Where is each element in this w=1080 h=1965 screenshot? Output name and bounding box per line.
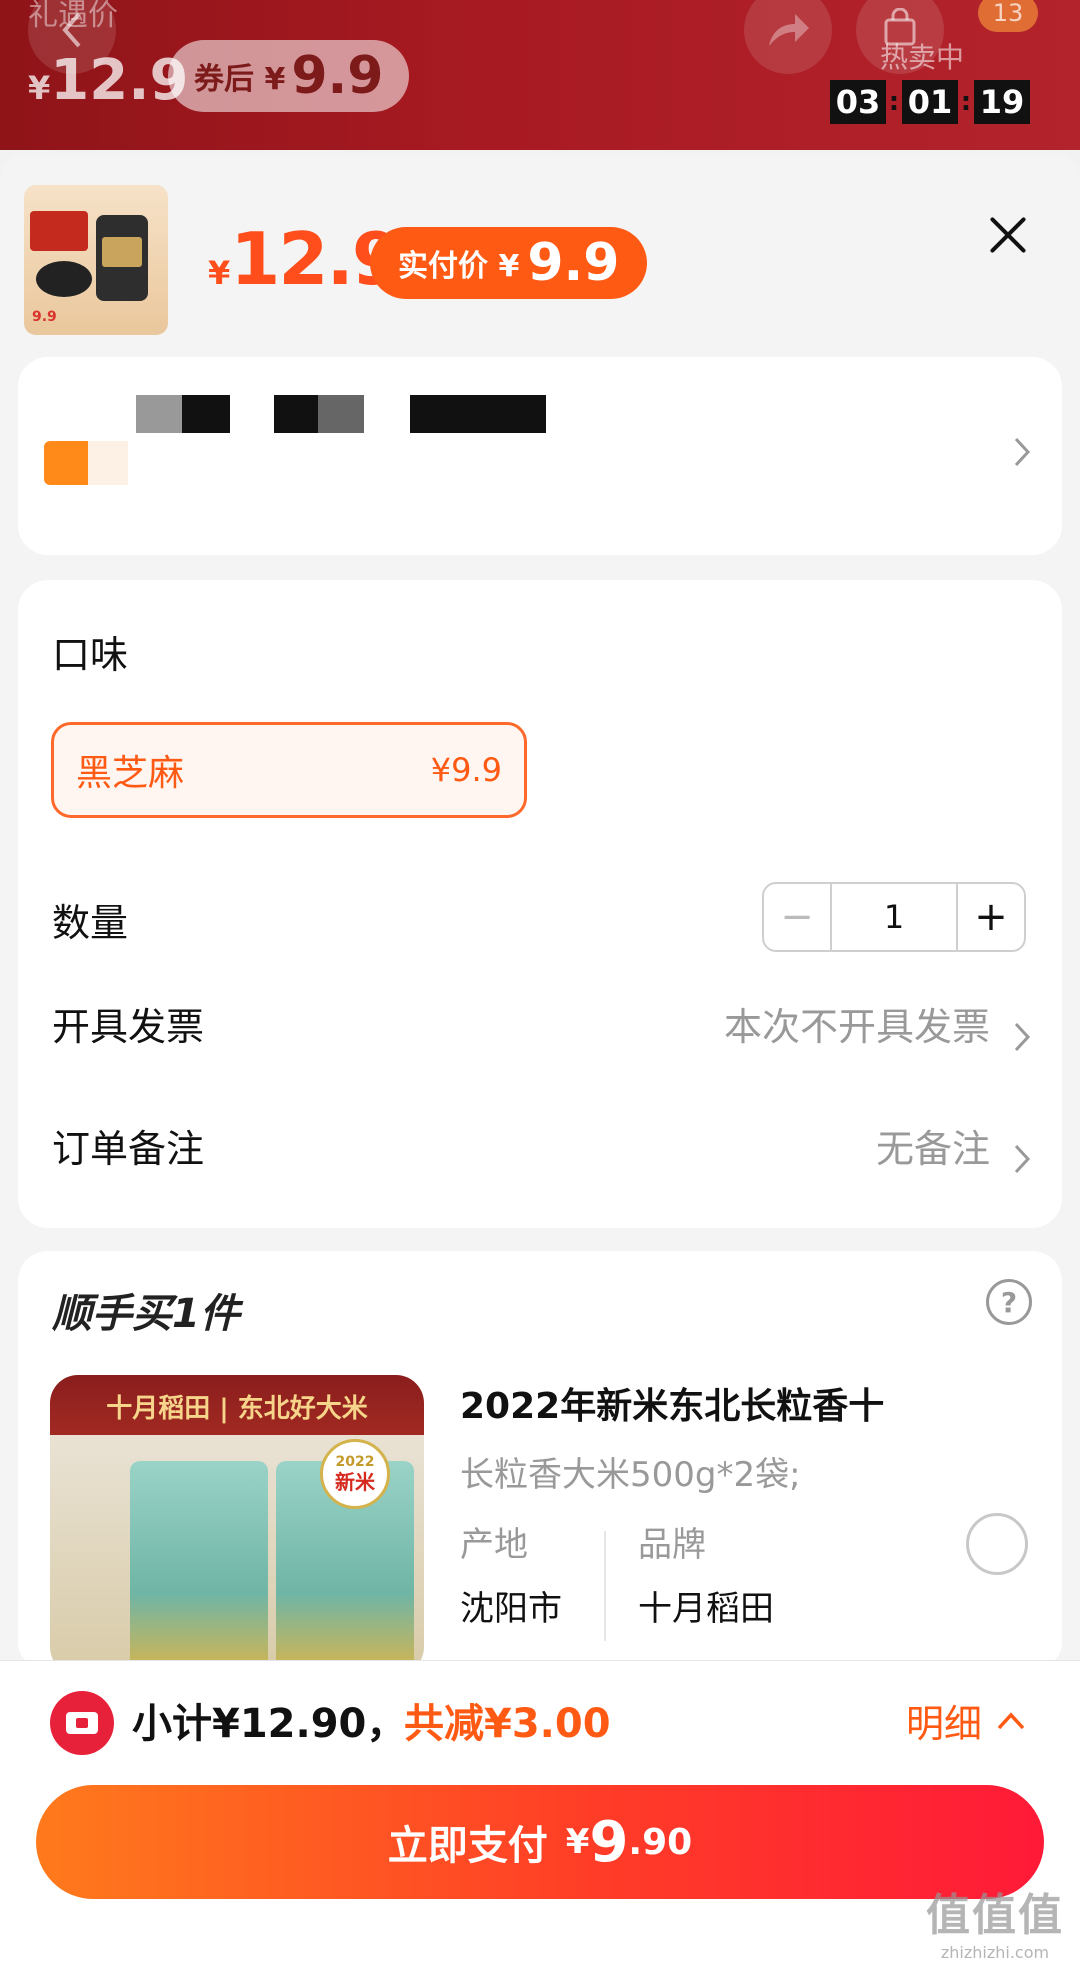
invoice-label: 开具发票 — [52, 1005, 205, 1049]
promo-header: 礼遇价 ¥12.9 券后 ¥9.9 13 热卖中 03 : 01 : 19 — [0, 0, 1080, 150]
product-thumbnail: 9.9 — [24, 185, 168, 335]
product-summary: 9.9 ¥12.9 实付价 ¥9.9 — [0, 155, 1080, 345]
chevron-right-icon — [1014, 1144, 1031, 1174]
quantity-value[interactable]: 1 — [832, 884, 956, 950]
rice-product-image[interactable]: 十月稻田 | 东北好大米 2022 新米 — [50, 1375, 424, 1675]
countdown-timer: 03 : 01 : 19 — [830, 80, 1030, 124]
invoice-value: 本次不开具发票 — [723, 1005, 990, 1049]
hot-sale-label: 热卖中 — [880, 41, 965, 74]
quantity-label: 数量 — [52, 901, 129, 945]
upsell-product-spec: 长粒香大米500g*2袋; — [460, 1455, 801, 1495]
chevron-up-icon — [997, 1711, 1025, 1729]
brand-label: 品牌 — [638, 1525, 706, 1565]
share-icon — [769, 14, 809, 46]
location-icon — [44, 441, 88, 485]
timer-minutes: 01 — [902, 80, 958, 124]
actual-pay-price-badge: 实付价 ¥9.9 — [370, 227, 648, 299]
address-card[interactable] — [18, 357, 1062, 555]
note-label: 订单备注 — [52, 1127, 205, 1171]
upsell-product-name[interactable]: 2022年新米东北长粒香十 — [460, 1377, 884, 1429]
coupon-icon — [50, 1691, 114, 1755]
upsell-title: 顺手买1件 — [52, 1291, 240, 1337]
increase-button[interactable]: + — [956, 884, 1024, 950]
origin-value: 沈阳市 — [460, 1589, 562, 1629]
chevron-right-icon — [1014, 437, 1031, 467]
timer-hours: 03 — [830, 80, 886, 124]
pay-now-button[interactable]: 立即支付 ¥ 9 .90 — [36, 1785, 1044, 1899]
share-button[interactable] — [744, 0, 832, 74]
origin-label: 产地 — [460, 1525, 528, 1565]
flavor-label: 口味 — [52, 633, 129, 677]
cart-count-badge: 13 — [978, 0, 1038, 32]
coupon-price-pill: 券后 ¥9.9 — [168, 40, 410, 112]
timer-seconds: 19 — [974, 80, 1030, 124]
help-icon[interactable]: ? — [986, 1279, 1032, 1325]
flavor-name: 黑芝麻 — [76, 753, 185, 794]
brand-value: 十月稻田 — [638, 1589, 774, 1629]
new-rice-badge: 2022 新米 — [320, 1439, 390, 1509]
note-value: 无备注 — [875, 1127, 990, 1171]
checkout-footer: 小计¥12.90， 共减¥3.00 明细 立即支付 ¥ 9 .90 值值值 zh… — [0, 1660, 1080, 1965]
order-options-card: 口味 黑芝麻 ¥9.9 数量 − 1 + 开具发票 本次不开具发票 订单备注 无… — [18, 580, 1062, 1228]
chevron-right-icon — [1014, 1022, 1031, 1052]
flavor-price: ¥9.9 — [430, 751, 502, 789]
flavor-option-selected[interactable]: 黑芝麻 ¥9.9 — [51, 722, 527, 818]
close-icon[interactable] — [980, 207, 1036, 263]
subtotal-text: 小计¥12.90， — [132, 1701, 407, 1747]
price-detail-button[interactable]: 明细 — [906, 1693, 1026, 1748]
quantity-stepper: − 1 + — [762, 882, 1026, 952]
decrease-button[interactable]: − — [764, 884, 832, 950]
chevron-left-icon — [62, 12, 81, 48]
add-upsell-radio[interactable] — [966, 1513, 1028, 1575]
rice-brand-band: 十月稻田 | 东北好大米 — [106, 1393, 368, 1424]
site-watermark: 值值值 zhizhizhi.com — [926, 1890, 1064, 1962]
upsell-card: 顺手买1件 ? 十月稻田 | 东北好大米 2022 新米 2022年新米东北长粒香… — [18, 1251, 1062, 1675]
discount-text: 共减¥3.00 — [404, 1701, 611, 1747]
